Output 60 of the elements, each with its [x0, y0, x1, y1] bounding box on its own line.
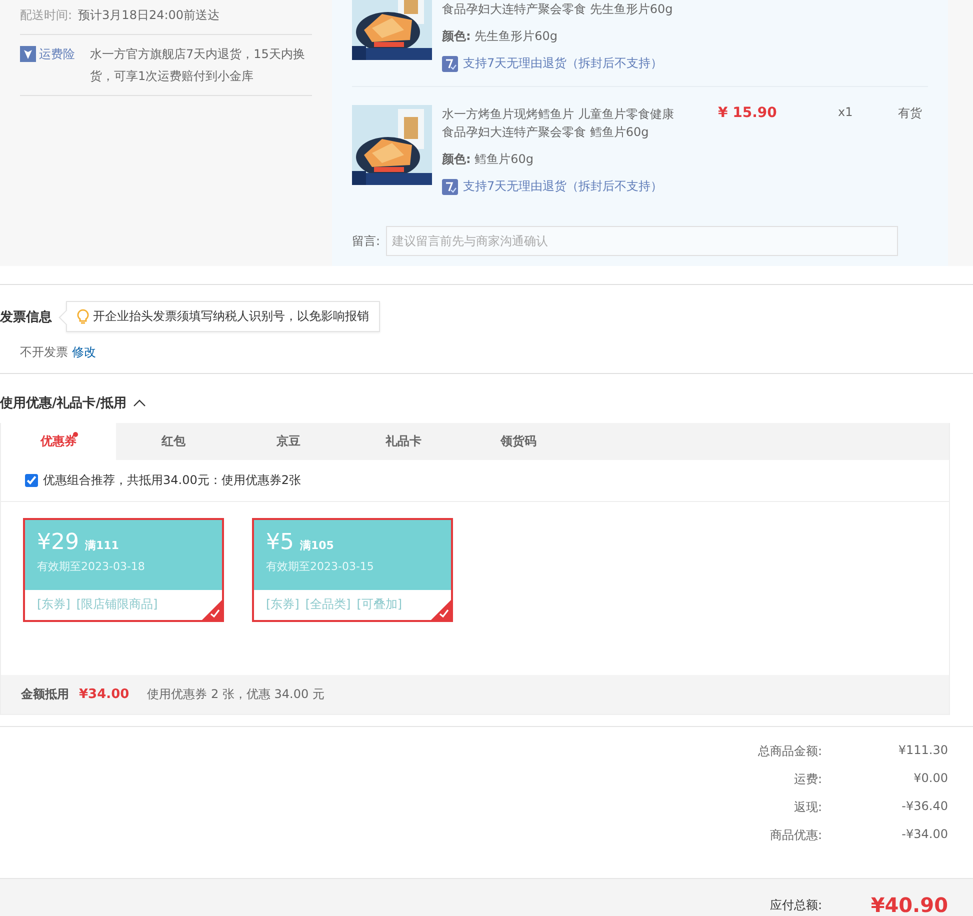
color-label: 颜色:: [442, 29, 471, 43]
coupon-condition: 满105: [300, 539, 334, 552]
payable-amount: ¥40.90: [870, 894, 948, 916]
modify-link[interactable]: 修改: [72, 344, 96, 361]
product-title: 食品孕妇大连特产聚会零食 先生鱼形片60g: [442, 1, 674, 18]
coupon-validity: 有效期至2023-03-18: [37, 559, 146, 574]
summary-amount: ¥34.00: [79, 687, 130, 702]
coupon-validity: 有效期至2023-03-15: [266, 559, 375, 574]
recommend-text: 优惠组合推荐，共抵用34.00元：使用优惠券2张: [43, 472, 301, 489]
summary-text: 使用优惠券 2 张，优惠 34.00 元: [147, 686, 324, 703]
coupon-tag: [东券]: [266, 596, 300, 613]
coupon-amount: ¥29: [37, 530, 79, 555]
shield-icon: [20, 46, 36, 62]
discount-tab[interactable]: 领货码: [461, 423, 576, 460]
total-value: ¥111.30: [897, 743, 948, 759]
lightbulb-icon: [77, 308, 89, 324]
coupon-tag: [限店铺限商品]: [76, 596, 158, 613]
check-corner-icon: [202, 600, 222, 620]
coupon-condition: 满111: [85, 539, 119, 552]
check-corner-icon: [431, 600, 451, 620]
discount-tab[interactable]: 礼品卡: [346, 423, 461, 460]
total-label: 运费:: [792, 771, 822, 788]
discount-tab[interactable]: 优惠券: [1, 423, 116, 460]
coupon-tag: [可叠加]: [356, 596, 402, 613]
total-label: 返现:: [792, 799, 822, 816]
total-label: 商品优惠:: [768, 827, 822, 844]
invoice-tip: 开企业抬头发票须填写纳税人识别号，以免影响报销: [93, 308, 369, 325]
message-field[interactable]: 建议留言前先与商家沟通确认: [386, 226, 898, 256]
seven-day-return-icon: [442, 178, 458, 194]
recommend-checkbox[interactable]: [25, 474, 38, 487]
discount-tab[interactable]: 京豆: [231, 423, 346, 460]
variant-value: 先生鱼形片60g: [474, 29, 558, 43]
product-title: 水一方烤鱼片现烤鳕鱼片 儿童鱼片零食健康食品孕妇大连特产聚会零食 鳕鱼片60g: [442, 106, 675, 141]
summary-label: 金额抵用: [21, 686, 69, 703]
color-label: 颜色:: [442, 152, 471, 166]
invoice-value: 不开发票: [20, 344, 68, 361]
payable-label: 应付总额:: [768, 897, 822, 914]
stock-status: 有货: [898, 105, 922, 122]
return-policy: 支持7天无理由退货（拆封后不支持）: [463, 55, 663, 72]
total-value: -¥34.00: [900, 827, 948, 843]
variant-value: 鳕鱼片60g: [474, 152, 534, 166]
discount-heading: 使用优惠/礼品卡/抵用: [0, 394, 126, 412]
product-quantity: x1: [838, 105, 854, 121]
seven-day-return-icon: [442, 56, 458, 72]
coupon-tag: [东券]: [37, 596, 70, 613]
coupon-amount: ¥5: [266, 530, 294, 555]
invoice-heading: 发票信息: [0, 308, 52, 326]
return-policy: 支持7天无理由退货（拆封后不支持）: [463, 178, 663, 195]
insurance-label: 运费险: [39, 46, 75, 63]
delivery-label: 配送时间:: [20, 7, 72, 24]
delivery-time: 预计3月18日24:00前送达: [78, 7, 220, 24]
product-price: ¥ 15.90: [718, 105, 778, 123]
total-value: -¥36.40: [900, 799, 948, 815]
coupon-tag: [全品类]: [305, 596, 351, 613]
discount-tab[interactable]: 红包: [116, 423, 231, 460]
message-label: 留言:: [352, 232, 380, 250]
total-label: 总商品金额:: [756, 743, 822, 760]
total-value: ¥0.00: [912, 771, 948, 787]
chevron-up-icon[interactable]: [132, 399, 146, 407]
insurance-text: 水一方官方旗舰店7天内退货，15天内换货，可享1次运费赔付到小金库: [90, 46, 306, 85]
